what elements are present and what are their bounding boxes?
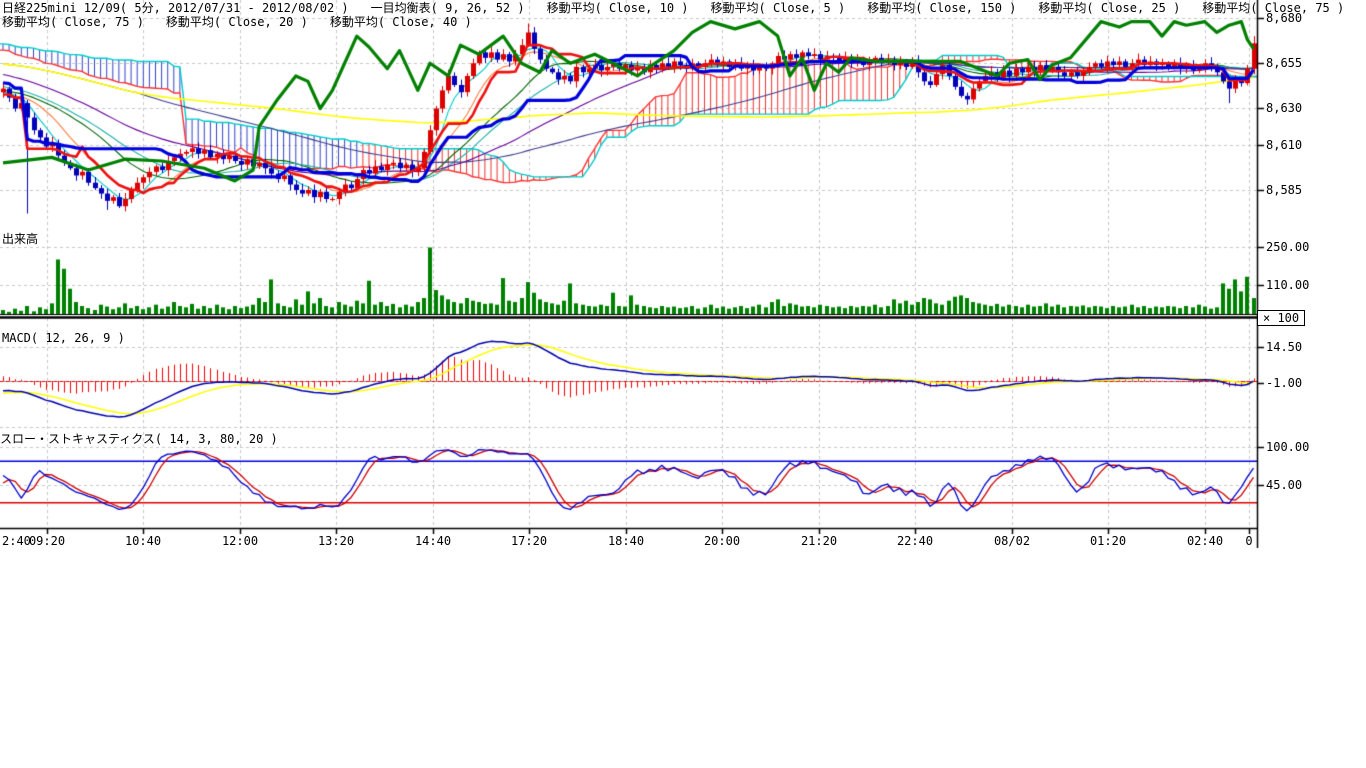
x-axis-label: 12:00: [212, 534, 268, 548]
x-axis-label: 21:20: [791, 534, 847, 548]
legend-item: 移動平均( Close, 10 ): [547, 1, 689, 15]
x-axis-label: 13:20: [308, 534, 364, 548]
stoch-axis-label: 45.00: [1266, 478, 1302, 492]
legend-item: 移動平均( Close, 5 ): [711, 1, 846, 15]
x-axis-label: 08/02: [984, 534, 1040, 548]
x-axis-label: 09:20: [19, 534, 75, 548]
price-axis-label: 8,680: [1266, 11, 1302, 25]
price-axis-label: 8,655: [1266, 56, 1302, 70]
volume-panel-label: 出来高: [2, 230, 38, 247]
legend-item: 移動平均( Close, 20 ): [166, 15, 308, 29]
volume-multiplier-badge: × 100: [1257, 310, 1305, 326]
chart-canvas[interactable]: [0, 0, 1366, 768]
stoch-axis-label: 100.00: [1266, 440, 1309, 454]
stoch-panel-label: スロー・ストキャスティクス( 14, 3, 80, 20 ): [0, 430, 278, 447]
price-axis-label: 8,630: [1266, 101, 1302, 115]
x-axis-label: 10:40: [115, 534, 171, 548]
x-axis-label: 01:20: [1080, 534, 1136, 548]
macd-axis-label: -1.00: [1266, 376, 1302, 390]
legend-item: 移動平均( Close, 25 ): [1038, 1, 1180, 15]
legend-item: 一目均衡表( 9, 26, 52 ): [371, 1, 525, 15]
volume-axis-label: 250.00: [1266, 240, 1309, 254]
legend-line-2: 移動平均( Close, 75 ) 移動平均( Close, 20 ) 移動平均( …: [2, 15, 494, 29]
price-axis-label: 8,585: [1266, 183, 1302, 197]
macd-axis-label: 14.50: [1266, 340, 1302, 354]
legend-item: 移動平均( Close, 75 ): [2, 15, 144, 29]
x-axis-label: 17:20: [501, 534, 557, 548]
x-axis-label: 14:40: [405, 534, 461, 548]
legend-line-1: 日経225mini 12/09( 5分, 2012/07/31 - 2012/0…: [2, 1, 1366, 15]
price-axis-label: 8,610: [1266, 138, 1302, 152]
x-axis-label: 18:40: [598, 534, 654, 548]
volume-axis-label: 110.00: [1266, 278, 1309, 292]
x-axis-label: 0: [1221, 534, 1277, 548]
chart-window: 日経225mini 12/09( 5分, 2012/07/31 - 2012/0…: [0, 0, 1366, 768]
legend-item: 移動平均( Close, 40 ): [330, 15, 472, 29]
x-axis-label: 20:00: [694, 534, 750, 548]
legend-item: 日経225mini 12/09( 5分, 2012/07/31 - 2012/0…: [2, 1, 349, 15]
macd-panel-label: MACD( 12, 26, 9 ): [2, 331, 125, 345]
legend-item: 移動平均( Close, 150 ): [867, 1, 1016, 15]
x-axis-label: 22:40: [887, 534, 943, 548]
